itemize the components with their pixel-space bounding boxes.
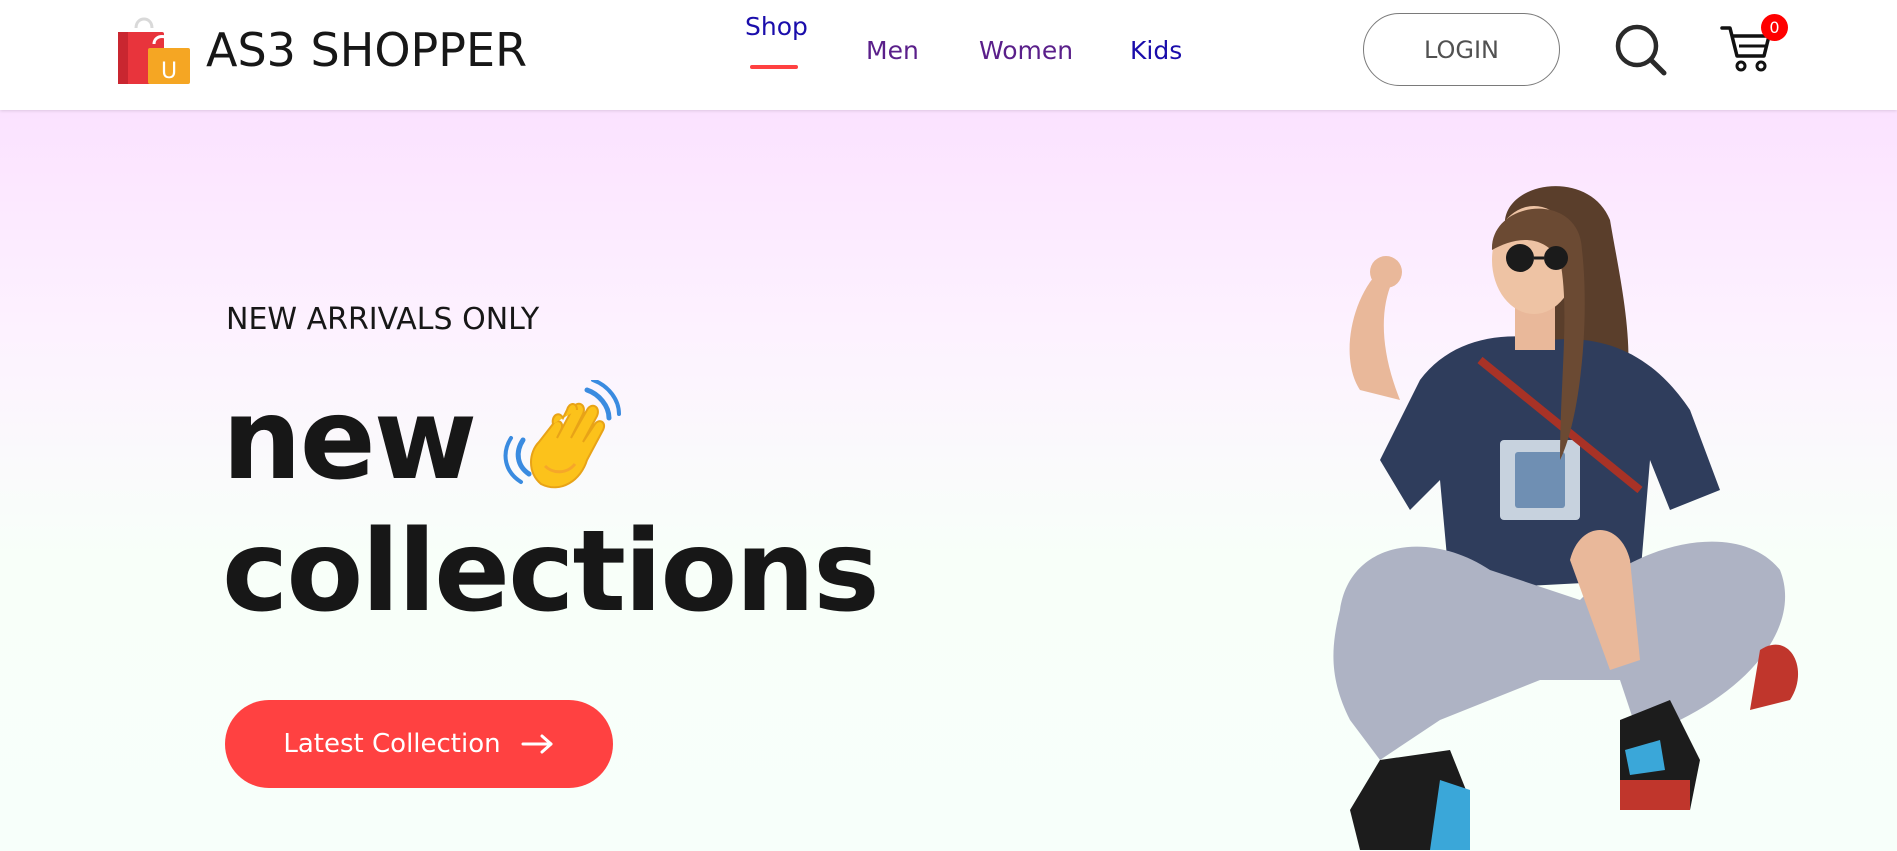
hero-title-word-collections: collections <box>222 507 880 637</box>
waving-hand-icon <box>503 380 622 489</box>
shopping-bags-icon: U <box>118 17 190 84</box>
latest-collection-label: Latest Collection <box>283 729 501 759</box>
fashion-model-photo <box>1333 186 1799 850</box>
nav-active-indicator <box>750 65 798 69</box>
arrow-right-icon <box>521 734 553 754</box>
navbar: U AS3 SHOPPER Shop Men Women Kids LOGIN … <box>0 0 1897 110</box>
nav-item-women[interactable]: Women <box>979 36 1073 65</box>
hero-kicker: NEW ARRIVALS ONLY <box>226 302 540 337</box>
brand-logo[interactable]: U AS3 SHOPPER <box>116 14 527 86</box>
nav-item-men[interactable]: Men <box>866 36 919 65</box>
hero-title-line-1: new <box>222 374 878 506</box>
latest-collection-button[interactable]: Latest Collection <box>225 700 613 788</box>
search-icon[interactable] <box>1613 22 1669 78</box>
hero-title-line-2: collections <box>222 506 880 638</box>
nav-item-kids[interactable]: Kids <box>1130 36 1182 65</box>
hero-title: new collections <box>222 374 880 638</box>
svg-text:U: U <box>161 59 177 84</box>
nav-item-shop[interactable]: Shop <box>745 12 808 41</box>
hero-title-word-new: new <box>222 375 477 505</box>
login-button[interactable]: LOGIN <box>1363 13 1560 86</box>
cart-count-badge: 0 <box>1761 14 1788 41</box>
brand-name: AS3 SHOPPER <box>206 23 528 77</box>
hero-section: NEW ARRIVALS ONLY new collections Latest… <box>0 110 1897 851</box>
